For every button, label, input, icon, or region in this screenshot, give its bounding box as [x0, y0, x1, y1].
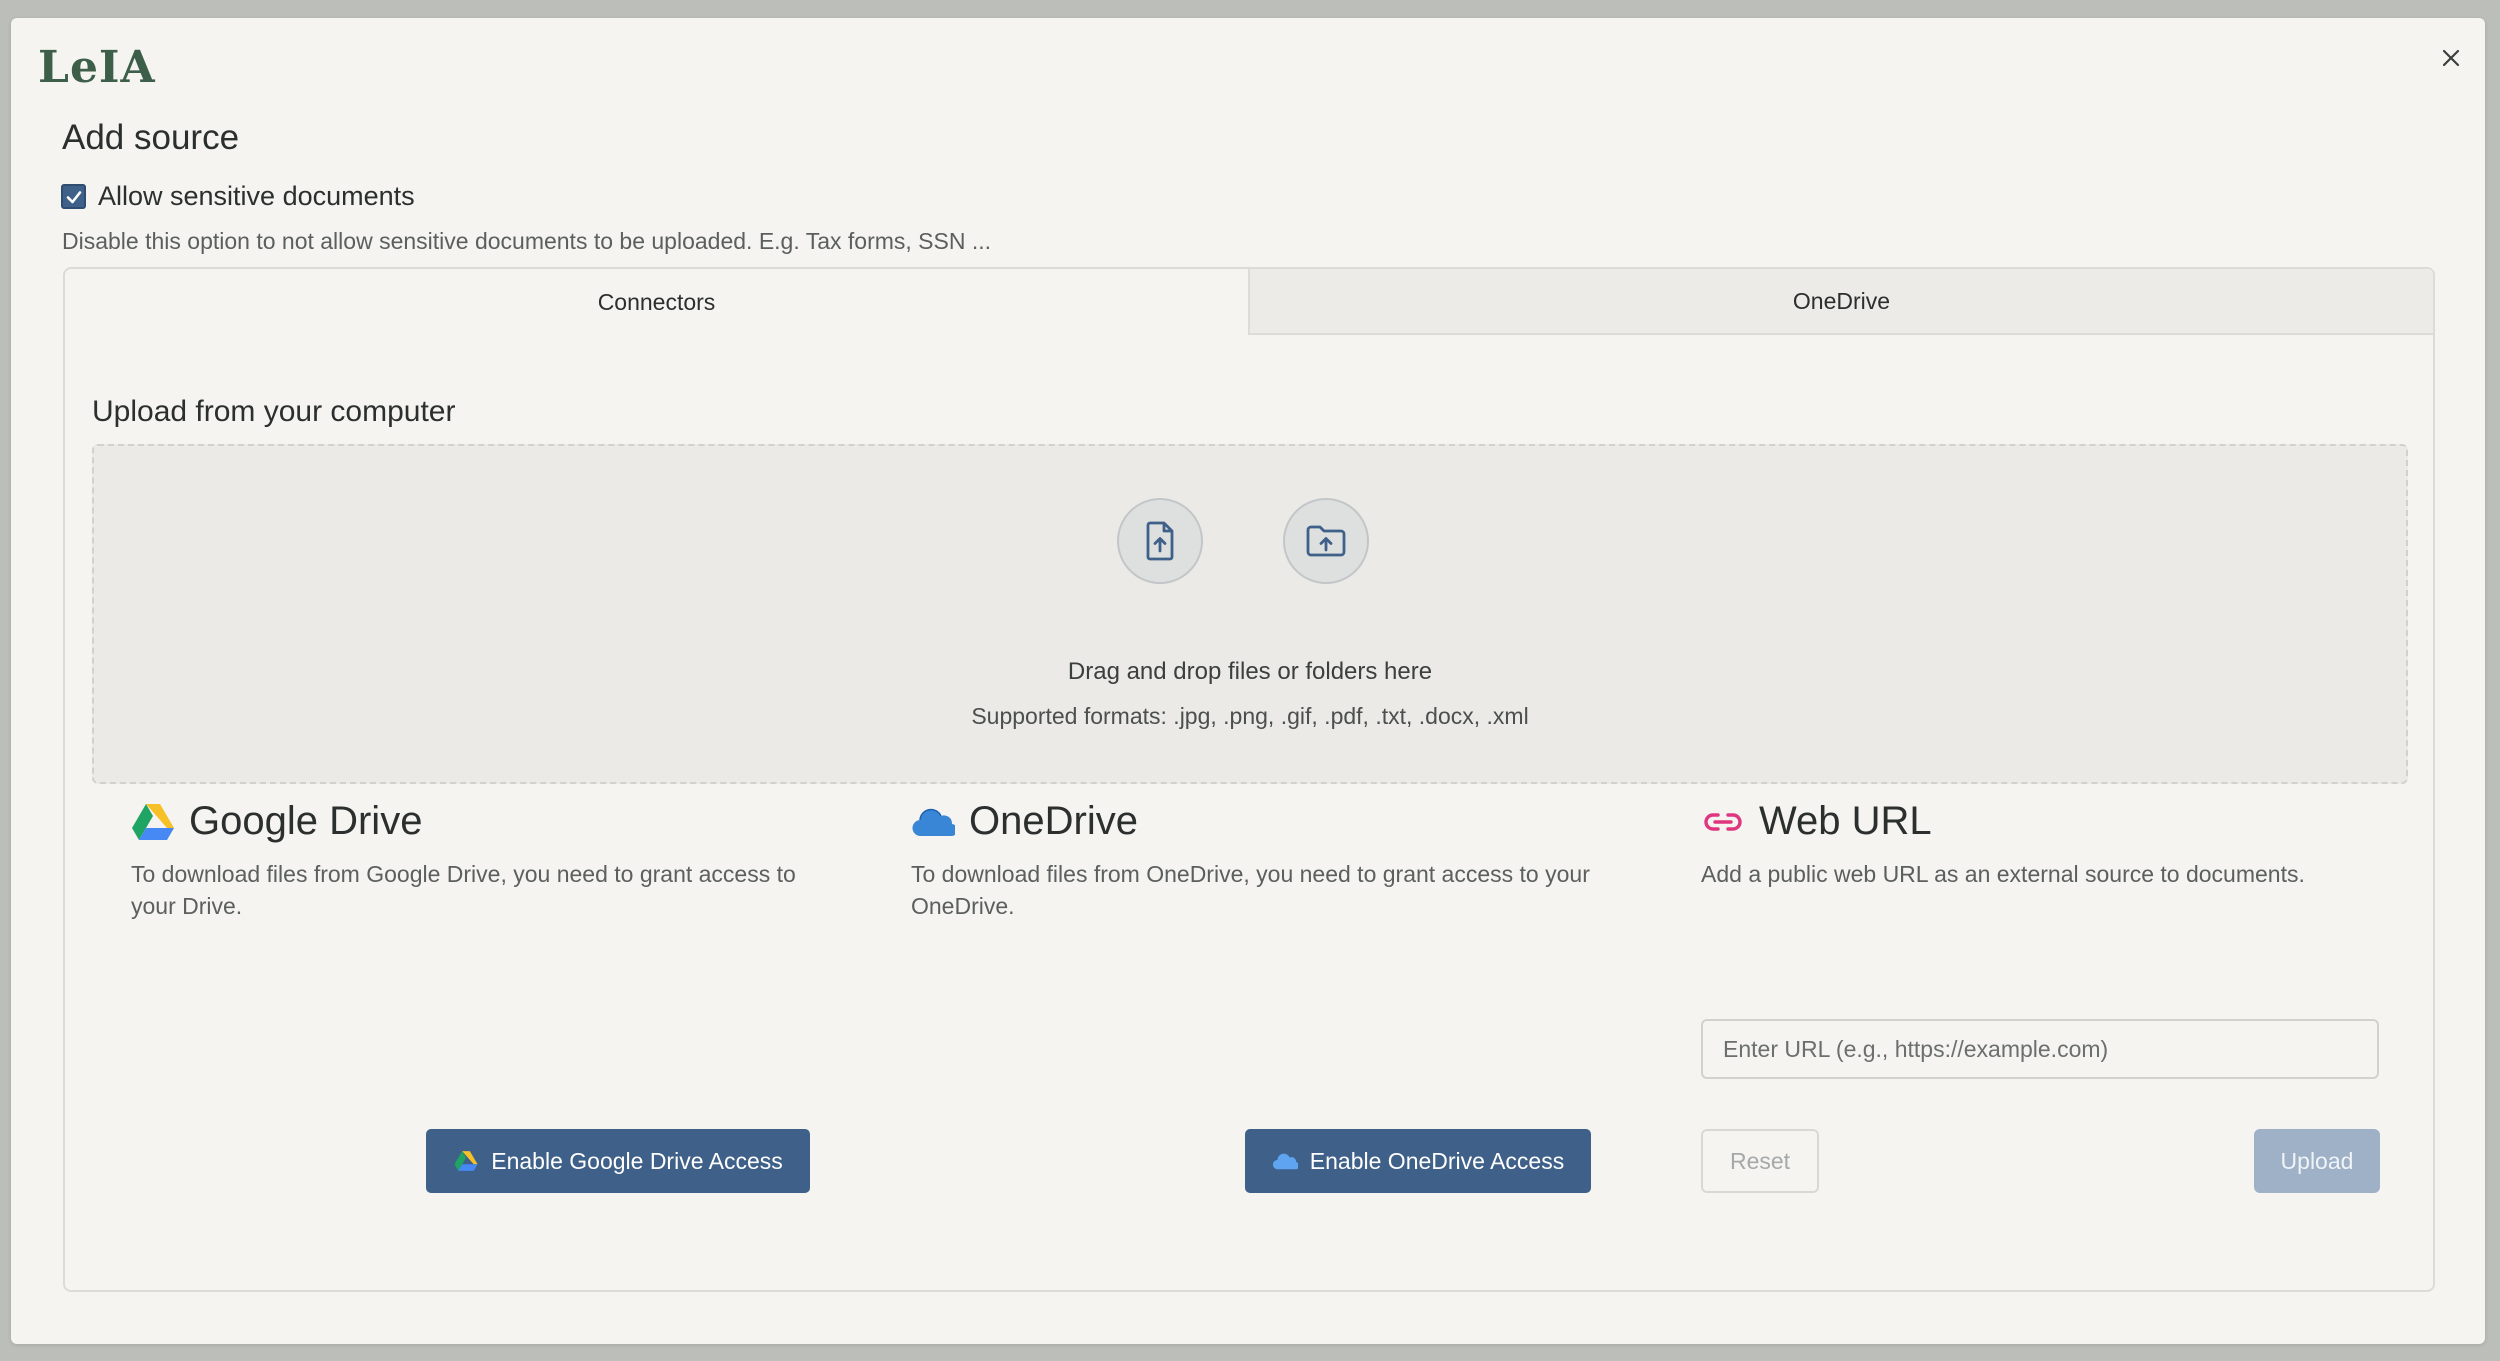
google-drive-icon	[132, 803, 174, 840]
app-logo: LeIA	[38, 42, 156, 93]
web-url-connector: Web URL Add a public web URL as an exter…	[1701, 799, 2401, 890]
close-icon	[2442, 49, 2460, 67]
supported-formats: Supported formats: .jpg, .png, .gif, .pd…	[971, 703, 1529, 729]
dialog-title: Add source	[62, 118, 240, 157]
link-icon	[1704, 812, 1742, 831]
allow-sensitive-checkbox[interactable]	[61, 184, 86, 209]
upload-file-button[interactable]	[1117, 498, 1203, 584]
web-url-input[interactable]	[1701, 1019, 2379, 1079]
web-url-title: Web URL	[1759, 799, 1932, 843]
upload-button[interactable]: Upload	[2254, 1129, 2380, 1193]
enable-onedrive-label: Enable OneDrive Access	[1309, 1147, 1565, 1174]
reset-button[interactable]: Reset	[1701, 1129, 1819, 1193]
sensitive-documents-row: Allow sensitive documents	[61, 181, 415, 212]
onedrive-connector: OneDrive To download files from OneDrive…	[911, 799, 1611, 922]
close-button[interactable]	[2431, 38, 2471, 78]
tab-onedrive[interactable]: OneDrive	[1248, 269, 2433, 335]
sensitive-hint: Disable this option to not allow sensiti…	[62, 228, 992, 254]
web-url-description: Add a public web URL as an external sour…	[1701, 861, 2305, 887]
upload-section-title: Upload from your computer	[92, 395, 456, 428]
onedrive-cloud-icon	[1272, 1153, 1298, 1170]
google-drive-description: To download files from Google Drive, you…	[131, 861, 796, 919]
source-tabs-panel: Connectors OneDrive Upload from your com…	[63, 267, 2435, 1292]
upload-folder-button[interactable]	[1283, 498, 1369, 584]
onedrive-title: OneDrive	[969, 799, 1138, 843]
file-dropzone[interactable]: Drag and drop files or folders here Supp…	[92, 444, 2408, 784]
folder-upload-icon	[1306, 525, 1346, 557]
add-source-dialog: LeIA Add source Allow sensitive document…	[11, 18, 2485, 1344]
dropzone-instruction: Drag and drop files or folders here	[1067, 658, 1433, 685]
enable-google-drive-label: Enable Google Drive Access	[491, 1147, 783, 1174]
enable-google-drive-button[interactable]: Enable Google Drive Access	[426, 1129, 810, 1193]
file-upload-icon	[1146, 521, 1174, 561]
google-drive-title: Google Drive	[189, 799, 423, 843]
tab-connectors[interactable]: Connectors	[65, 269, 1248, 335]
tab-strip: Connectors OneDrive	[65, 269, 2433, 335]
google-drive-icon	[454, 1151, 478, 1171]
enable-onedrive-button[interactable]: Enable OneDrive Access	[1245, 1129, 1591, 1193]
allow-sensitive-label[interactable]: Allow sensitive documents	[98, 181, 415, 212]
onedrive-cloud-icon	[912, 808, 955, 836]
checkmark-icon	[66, 190, 81, 203]
onedrive-description: To download files from OneDrive, you nee…	[911, 861, 1590, 919]
google-drive-connector: Google Drive To download files from Goog…	[131, 799, 831, 922]
